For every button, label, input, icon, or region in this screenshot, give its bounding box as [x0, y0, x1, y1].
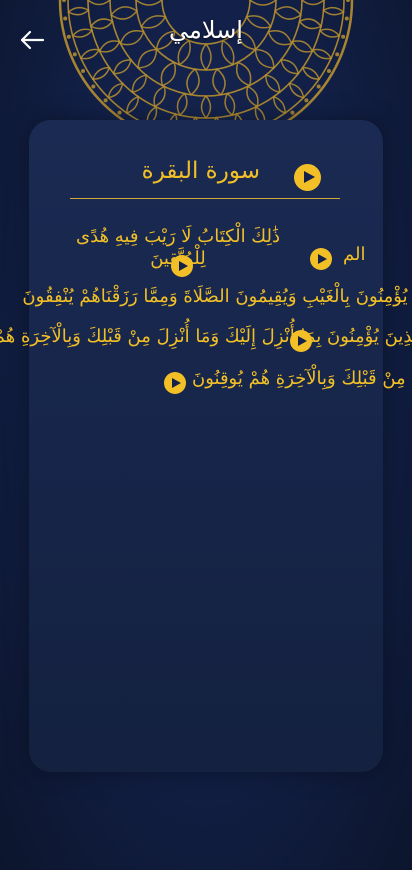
surah-header: سورة البقرة: [70, 152, 340, 199]
surah-card: [29, 120, 383, 772]
verse-text-continuation: مِنْ قَبْلِكَ وَبِالْآخِرَةِ هُمْ يُوقِن…: [192, 368, 406, 389]
verse-play-button[interactable]: [164, 372, 186, 394]
screen: إسلامي سورة البقرة الم ذَٰلِكَ الْكِتَاب…: [0, 0, 412, 870]
page-title: إسلامي: [169, 16, 243, 44]
verse-text: الم: [343, 244, 366, 265]
verse-play-button[interactable]: [171, 255, 193, 277]
verse-text: الَّذِينَ يُؤْمِنُونَ بِالْغَيْبِ وَيُقِ…: [22, 286, 412, 307]
verse-play-button[interactable]: [290, 330, 312, 352]
top-bar: إسلامي: [0, 0, 412, 80]
surah-name: سورة البقرة: [141, 158, 260, 184]
verse-play-button[interactable]: [310, 248, 332, 270]
surah-play-button[interactable]: [294, 164, 321, 191]
verse-text: وَالَّذِينَ يُؤْمِنُونَ بِمَا أُنْزِلَ إ…: [0, 326, 412, 347]
